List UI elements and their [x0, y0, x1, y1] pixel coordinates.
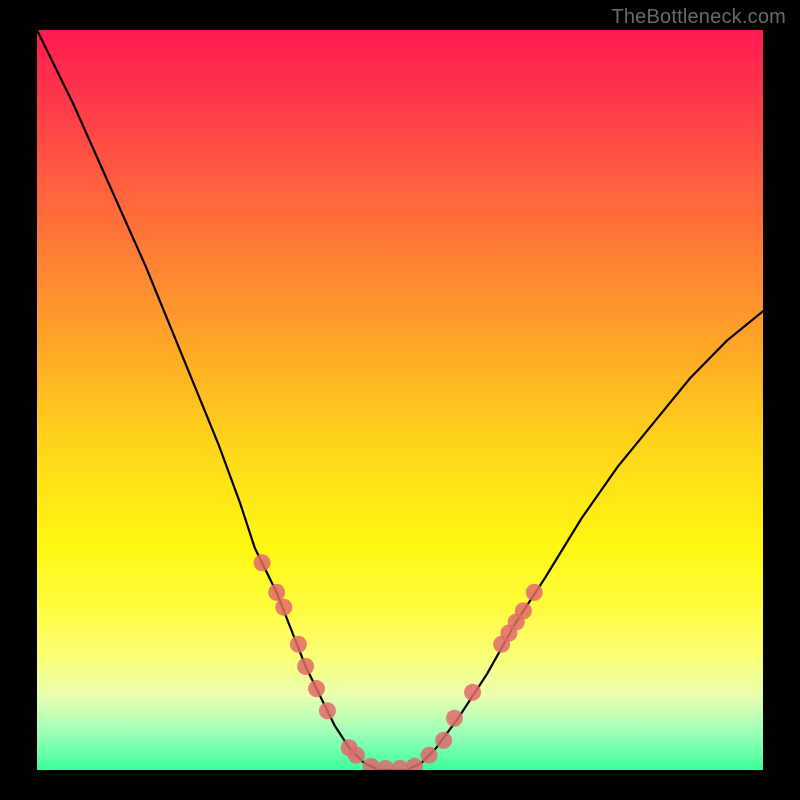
data-point-marker — [406, 758, 423, 770]
series-line — [37, 30, 763, 770]
data-point-marker — [377, 760, 394, 770]
data-markers — [254, 554, 543, 770]
data-point-marker — [446, 710, 463, 727]
data-point-marker — [290, 636, 307, 653]
data-point-marker — [515, 602, 532, 619]
data-point-marker — [526, 584, 543, 601]
plot-area — [37, 30, 763, 770]
data-point-marker — [435, 732, 452, 749]
data-point-marker — [275, 599, 292, 616]
curve-svg — [37, 30, 763, 770]
data-point-marker — [348, 747, 365, 764]
data-point-marker — [319, 702, 336, 719]
data-point-marker — [254, 554, 271, 571]
data-point-marker — [392, 760, 409, 770]
data-point-marker — [464, 684, 481, 701]
watermark-text: TheBottleneck.com — [611, 6, 786, 29]
data-point-marker — [297, 658, 314, 675]
data-point-marker — [421, 747, 438, 764]
data-point-marker — [363, 758, 380, 770]
data-point-marker — [268, 584, 285, 601]
data-point-marker — [308, 680, 325, 697]
